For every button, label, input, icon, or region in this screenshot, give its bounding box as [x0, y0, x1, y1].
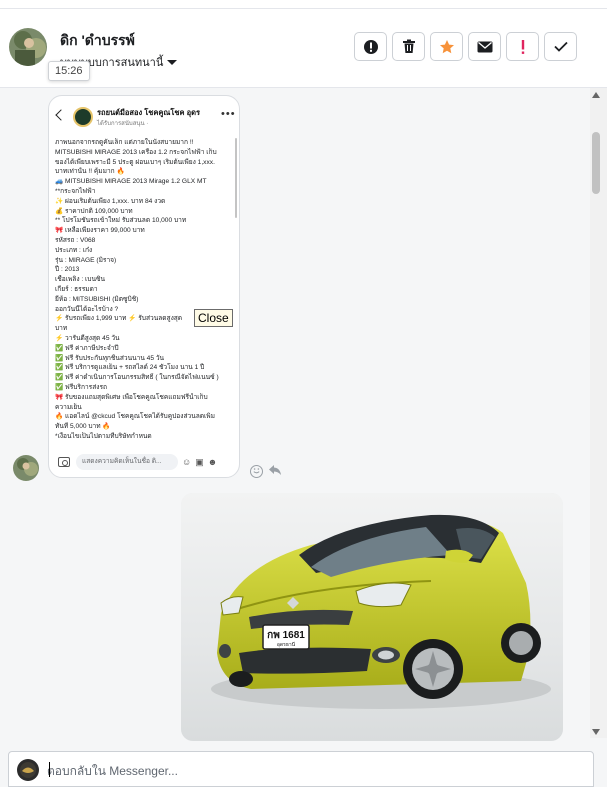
report-button[interactable] — [354, 32, 387, 61]
report-icon — [363, 39, 378, 54]
check-icon — [553, 41, 568, 52]
post-text-line: ✅ ฟรีบริการส่งรถ — [55, 383, 107, 391]
chevron-down-icon — [167, 59, 178, 65]
post-text-line: 🎀 เหลือเพียงราคา 99,000 บาท — [55, 227, 145, 235]
trash-icon — [402, 39, 415, 53]
my-avatar — [17, 759, 39, 781]
post-text-line: ⚡ วารันตีสูงสุด 45 วัน — [55, 334, 120, 342]
post-text-line: 🚙 MITSUBISHI MIRAGE 2013 Mirage 1.2 GLX … — [55, 178, 207, 186]
back-icon[interactable] — [55, 109, 67, 121]
post-text-line: ภาพนอกจากรถดูคันเล็ก แต่ภายในนั่งสบายมาก… — [55, 139, 194, 146]
contact-name: ดิก 'ดำบรรพ์ — [60, 32, 135, 48]
post-text-line: **กระจกไฟฟ้า — [55, 187, 96, 195]
post-text-line: *เงื่อนไขเป็นไปตามที่บริษัทกำหนด — [55, 432, 152, 440]
post-text-line: MITSUBISHI MIRAGE 2013 เครื่อง 1.2 กระจก… — [55, 148, 217, 156]
post-text-line: ✅ ฟรี ค่าดำเนินการโอนกรรมสิทธิ์ ( ในกรณี… — [55, 374, 219, 382]
shared-post-card[interactable]: รถยนต์มือสอง โชคคูณโชค อุดร ได้รับการสนั… — [48, 95, 240, 478]
priority-icon — [521, 39, 524, 54]
more-options-icon[interactable]: ••• — [221, 108, 236, 120]
post-text: ภาพนอกจากรถดูคันเล็ก แต่ภายในนั่งสบายมาก… — [55, 138, 233, 462]
post-text-line: ✅ ฟรี บริการดูแลเย็น + รถสไลด์ 24 ชั่วโม… — [55, 364, 205, 372]
conversation-header: ดิก 'ดำบรรพ์ บบบบบบการสนทนานี้ 15:26 — [0, 0, 607, 88]
mark-unread-button[interactable] — [468, 32, 501, 61]
reply-icon[interactable] — [268, 463, 282, 479]
post-text-line: ✨ ผ่อนเริ่มต้นเพียง 1,xxx. บาท 84 งวด — [55, 197, 166, 205]
post-text-line: ทันที 5,000 บาท 🔥 — [55, 423, 111, 431]
scroll-down-icon[interactable] — [592, 729, 600, 735]
sticker-icon[interactable]: ☻ — [208, 457, 217, 467]
react-emoji-icon[interactable] — [250, 464, 263, 478]
scroll-up-icon[interactable] — [592, 92, 600, 98]
post-text-line: ของได้เพียบเพราะมี 5 ประตู ผ่อนเบาๆ เริ่… — [55, 158, 215, 166]
star-icon — [439, 39, 454, 53]
star-button[interactable] — [430, 32, 463, 61]
post-text-line: ปี : 2013 — [55, 266, 80, 274]
priority-button[interactable] — [506, 32, 539, 61]
reply-input[interactable]: ตอบกลับใน Messenger... — [47, 762, 178, 781]
delete-button[interactable] — [392, 32, 425, 61]
post-text-line: รุ่น : MIRAGE (มิราจ) — [55, 256, 117, 264]
post-text-line: รหัสรถ : V068 — [55, 236, 96, 244]
text-cursor — [49, 762, 50, 777]
divider — [0, 8, 607, 9]
post-text-line: ยี่ห้อ : MITSUBISHI (มิตซูบิชิ) — [55, 295, 139, 303]
done-button[interactable] — [544, 32, 577, 61]
scrollbar-thumb[interactable] — [592, 132, 600, 194]
post-text-line: ✅ ฟรี รับประกันทุกชิ้นส่วนนาน 45 วัน — [55, 354, 165, 362]
post-text-line: 🎀 รับของแถมสุดพิเศษ เพื่อโชคคูณโชคแถมฟรี… — [55, 393, 208, 401]
sender-avatar[interactable] — [13, 455, 39, 481]
page-logo[interactable] — [73, 107, 93, 127]
post-text-line: เกียร์ : ธรรมดา — [55, 285, 98, 293]
contact-avatar[interactable] — [9, 28, 47, 66]
post-scrollbar[interactable] — [235, 138, 237, 218]
comment-input[interactable]: แสดงความคิดเห็นในชื่อ ดิ... — [76, 454, 178, 470]
post-meta: ได้รับการสนับสนุน · — [97, 121, 149, 127]
post-text-line: ความเย็น — [55, 403, 82, 411]
post-header: รถยนต์มือสอง โชคคูณโชค อุดร ได้รับการสนั… — [49, 96, 239, 136]
messenger-thread-view: ดิก 'ดำบรรพ์ บบบบบบการสนทนานี้ 15:26 รถย… — [0, 0, 607, 787]
post-text-line: ✅ ฟรี ค่าภาษีประจำปี — [55, 344, 119, 352]
reply-composer: ตอบกลับใน Messenger... — [8, 751, 594, 787]
close-tooltip: Close — [194, 309, 233, 327]
post-text-line: เชื้อเพลิง : เบนซิน — [55, 276, 105, 284]
post-text-line: บาทเท่านั้น !! คุ้มมาก 🔥 — [55, 168, 125, 176]
gif-icon[interactable]: ▣ — [195, 457, 204, 468]
message-actions — [250, 463, 282, 479]
time-tooltip: 15:26 — [48, 61, 90, 81]
license-plate-number: กพ 1681 — [267, 630, 305, 641]
post-text-line: ประเภท : เก๋ง — [55, 246, 93, 254]
emoji-face-icon[interactable]: ☺ — [182, 457, 191, 467]
header-actions — [354, 32, 577, 61]
license-plate-province: อุดรธานี — [277, 641, 296, 648]
post-text-line: 🔥 แอดไลน์ @ckcud โชคคูณโชคได้รับคูปองส่ว… — [55, 413, 215, 421]
mail-icon — [477, 41, 492, 52]
camera-icon[interactable] — [58, 457, 70, 467]
car-photo-attachment[interactable]: กพ 1681 อุดรธานี — [181, 493, 563, 741]
comment-bar: แสดงความคิดเห็นในชื่อ ดิ... ☺ ▣ ☻ — [54, 452, 236, 472]
post-text-line: 💰 ราคาปกติ 109,000 บาท — [55, 207, 133, 215]
post-text-line: ** โปรโมชั่นรถเข้าใหม่ รับส่วนลด 10,000 … — [55, 217, 187, 225]
